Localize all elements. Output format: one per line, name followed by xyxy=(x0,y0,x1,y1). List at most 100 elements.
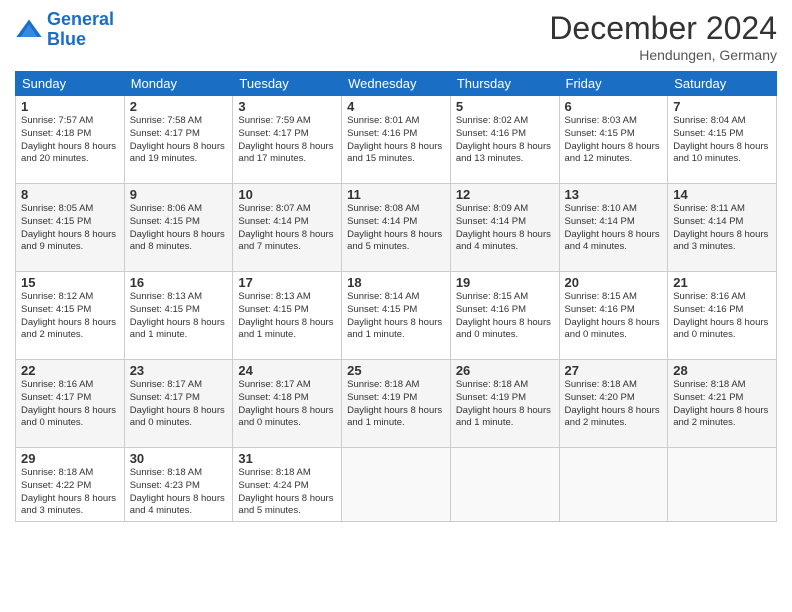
day-number: 13 xyxy=(565,187,663,202)
day-number: 12 xyxy=(456,187,554,202)
day-number: 22 xyxy=(21,363,119,378)
col-monday: Monday xyxy=(124,72,233,96)
day-info: Sunrise: 8:18 AM Sunset: 4:19 PM Dayligh… xyxy=(347,379,445,430)
col-tuesday: Tuesday xyxy=(233,72,342,96)
day-info: Sunrise: 8:02 AM Sunset: 4:16 PM Dayligh… xyxy=(456,115,554,166)
table-row: 6 Sunrise: 8:03 AM Sunset: 4:15 PM Dayli… xyxy=(559,96,668,184)
day-info: Sunrise: 8:12 AM Sunset: 4:15 PM Dayligh… xyxy=(21,291,119,342)
table-row: 23 Sunrise: 8:17 AM Sunset: 4:17 PM Dayl… xyxy=(124,360,233,448)
table-row: 26 Sunrise: 8:18 AM Sunset: 4:19 PM Dayl… xyxy=(450,360,559,448)
day-number: 15 xyxy=(21,275,119,290)
header: General Blue December 2024 Hendungen, Ge… xyxy=(15,10,777,63)
day-number: 10 xyxy=(238,187,336,202)
day-info: Sunrise: 8:03 AM Sunset: 4:15 PM Dayligh… xyxy=(565,115,663,166)
table-row: 24 Sunrise: 8:17 AM Sunset: 4:18 PM Dayl… xyxy=(233,360,342,448)
day-number: 19 xyxy=(456,275,554,290)
day-number: 11 xyxy=(347,187,445,202)
day-info: Sunrise: 8:13 AM Sunset: 4:15 PM Dayligh… xyxy=(130,291,228,342)
day-info: Sunrise: 8:14 AM Sunset: 4:15 PM Dayligh… xyxy=(347,291,445,342)
table-row: 4 Sunrise: 8:01 AM Sunset: 4:16 PM Dayli… xyxy=(342,96,451,184)
title-block: December 2024 Hendungen, Germany xyxy=(549,10,777,63)
table-row: 1 Sunrise: 7:57 AM Sunset: 4:18 PM Dayli… xyxy=(16,96,125,184)
day-info: Sunrise: 7:58 AM Sunset: 4:17 PM Dayligh… xyxy=(130,115,228,166)
table-row: 2 Sunrise: 7:58 AM Sunset: 4:17 PM Dayli… xyxy=(124,96,233,184)
day-info: Sunrise: 8:18 AM Sunset: 4:21 PM Dayligh… xyxy=(673,379,771,430)
table-row xyxy=(559,448,668,522)
day-info: Sunrise: 8:11 AM Sunset: 4:14 PM Dayligh… xyxy=(673,203,771,254)
day-info: Sunrise: 8:18 AM Sunset: 4:22 PM Dayligh… xyxy=(21,467,119,518)
day-info: Sunrise: 8:10 AM Sunset: 4:14 PM Dayligh… xyxy=(565,203,663,254)
table-row: 31 Sunrise: 8:18 AM Sunset: 4:24 PM Dayl… xyxy=(233,448,342,522)
day-info: Sunrise: 8:15 AM Sunset: 4:16 PM Dayligh… xyxy=(565,291,663,342)
day-info: Sunrise: 8:18 AM Sunset: 4:19 PM Dayligh… xyxy=(456,379,554,430)
month-title: December 2024 xyxy=(549,10,777,47)
logo-text: General Blue xyxy=(47,10,114,50)
logo-blue: Blue xyxy=(47,29,86,49)
table-row: 12 Sunrise: 8:09 AM Sunset: 4:14 PM Dayl… xyxy=(450,184,559,272)
day-info: Sunrise: 8:16 AM Sunset: 4:16 PM Dayligh… xyxy=(673,291,771,342)
table-row: 5 Sunrise: 8:02 AM Sunset: 4:16 PM Dayli… xyxy=(450,96,559,184)
location: Hendungen, Germany xyxy=(549,47,777,63)
day-number: 16 xyxy=(130,275,228,290)
day-number: 23 xyxy=(130,363,228,378)
day-info: Sunrise: 8:04 AM Sunset: 4:15 PM Dayligh… xyxy=(673,115,771,166)
table-row xyxy=(668,448,777,522)
day-number: 18 xyxy=(347,275,445,290)
day-number: 2 xyxy=(130,99,228,114)
day-number: 24 xyxy=(238,363,336,378)
col-thursday: Thursday xyxy=(450,72,559,96)
day-number: 9 xyxy=(130,187,228,202)
day-info: Sunrise: 8:18 AM Sunset: 4:20 PM Dayligh… xyxy=(565,379,663,430)
table-row: 14 Sunrise: 8:11 AM Sunset: 4:14 PM Dayl… xyxy=(668,184,777,272)
day-info: Sunrise: 8:06 AM Sunset: 4:15 PM Dayligh… xyxy=(130,203,228,254)
table-row: 22 Sunrise: 8:16 AM Sunset: 4:17 PM Dayl… xyxy=(16,360,125,448)
day-info: Sunrise: 8:17 AM Sunset: 4:18 PM Dayligh… xyxy=(238,379,336,430)
day-info: Sunrise: 8:09 AM Sunset: 4:14 PM Dayligh… xyxy=(456,203,554,254)
day-info: Sunrise: 8:05 AM Sunset: 4:15 PM Dayligh… xyxy=(21,203,119,254)
page: General Blue December 2024 Hendungen, Ge… xyxy=(0,0,792,612)
calendar-header-row: Sunday Monday Tuesday Wednesday Thursday… xyxy=(16,72,777,96)
table-row: 9 Sunrise: 8:06 AM Sunset: 4:15 PM Dayli… xyxy=(124,184,233,272)
table-row: 15 Sunrise: 8:12 AM Sunset: 4:15 PM Dayl… xyxy=(16,272,125,360)
table-row: 11 Sunrise: 8:08 AM Sunset: 4:14 PM Dayl… xyxy=(342,184,451,272)
day-info: Sunrise: 8:18 AM Sunset: 4:24 PM Dayligh… xyxy=(238,467,336,518)
calendar: Sunday Monday Tuesday Wednesday Thursday… xyxy=(15,71,777,522)
table-row xyxy=(342,448,451,522)
day-info: Sunrise: 7:59 AM Sunset: 4:17 PM Dayligh… xyxy=(238,115,336,166)
day-number: 20 xyxy=(565,275,663,290)
day-number: 7 xyxy=(673,99,771,114)
day-info: Sunrise: 8:17 AM Sunset: 4:17 PM Dayligh… xyxy=(130,379,228,430)
table-row: 20 Sunrise: 8:15 AM Sunset: 4:16 PM Dayl… xyxy=(559,272,668,360)
table-row: 17 Sunrise: 8:13 AM Sunset: 4:15 PM Dayl… xyxy=(233,272,342,360)
table-row xyxy=(450,448,559,522)
col-friday: Friday xyxy=(559,72,668,96)
col-saturday: Saturday xyxy=(668,72,777,96)
table-row: 29 Sunrise: 8:18 AM Sunset: 4:22 PM Dayl… xyxy=(16,448,125,522)
table-row: 8 Sunrise: 8:05 AM Sunset: 4:15 PM Dayli… xyxy=(16,184,125,272)
day-info: Sunrise: 8:08 AM Sunset: 4:14 PM Dayligh… xyxy=(347,203,445,254)
day-number: 29 xyxy=(21,451,119,466)
table-row: 27 Sunrise: 8:18 AM Sunset: 4:20 PM Dayl… xyxy=(559,360,668,448)
day-number: 26 xyxy=(456,363,554,378)
day-number: 8 xyxy=(21,187,119,202)
table-row: 28 Sunrise: 8:18 AM Sunset: 4:21 PM Dayl… xyxy=(668,360,777,448)
table-row: 30 Sunrise: 8:18 AM Sunset: 4:23 PM Dayl… xyxy=(124,448,233,522)
col-sunday: Sunday xyxy=(16,72,125,96)
day-number: 4 xyxy=(347,99,445,114)
table-row: 7 Sunrise: 8:04 AM Sunset: 4:15 PM Dayli… xyxy=(668,96,777,184)
logo-general: General xyxy=(47,9,114,29)
table-row: 13 Sunrise: 8:10 AM Sunset: 4:14 PM Dayl… xyxy=(559,184,668,272)
table-row: 19 Sunrise: 8:15 AM Sunset: 4:16 PM Dayl… xyxy=(450,272,559,360)
day-number: 30 xyxy=(130,451,228,466)
day-number: 25 xyxy=(347,363,445,378)
table-row: 3 Sunrise: 7:59 AM Sunset: 4:17 PM Dayli… xyxy=(233,96,342,184)
day-number: 17 xyxy=(238,275,336,290)
day-number: 28 xyxy=(673,363,771,378)
day-info: Sunrise: 8:16 AM Sunset: 4:17 PM Dayligh… xyxy=(21,379,119,430)
day-info: Sunrise: 8:01 AM Sunset: 4:16 PM Dayligh… xyxy=(347,115,445,166)
day-info: Sunrise: 7:57 AM Sunset: 4:18 PM Dayligh… xyxy=(21,115,119,166)
table-row: 18 Sunrise: 8:14 AM Sunset: 4:15 PM Dayl… xyxy=(342,272,451,360)
day-number: 1 xyxy=(21,99,119,114)
logo-icon xyxy=(15,16,43,44)
day-number: 3 xyxy=(238,99,336,114)
